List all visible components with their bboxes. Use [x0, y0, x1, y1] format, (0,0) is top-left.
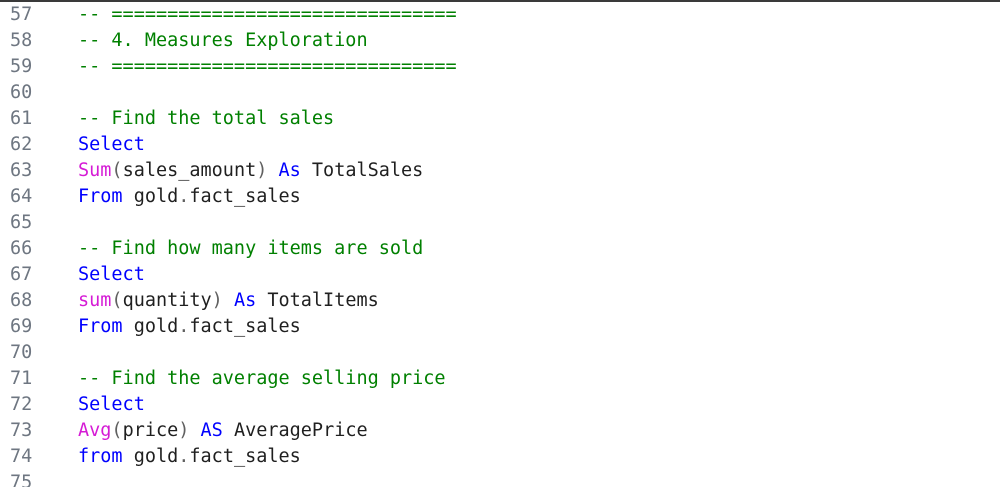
line-code[interactable]: Select	[78, 392, 145, 418]
line-code[interactable]: from gold.fact_sales	[78, 444, 301, 470]
code-line[interactable]: 68 sum(quantity) As TotalItems	[0, 288, 1000, 314]
line-number: 60	[10, 82, 33, 103]
token-text: price	[122, 420, 179, 441]
token-keyword: Select	[78, 264, 145, 285]
token-comment: -- 4. Measures Exploration	[78, 30, 368, 51]
token-punct: )	[211, 290, 223, 311]
token-punct: .	[178, 186, 190, 207]
token-function: sum	[78, 290, 112, 311]
line-code[interactable]: Avg(price) AS AveragePrice	[78, 418, 368, 444]
token-keyword: From	[78, 186, 123, 207]
token-text: sales_amount	[122, 160, 257, 181]
line-number: 64	[10, 186, 33, 207]
token-function: Avg	[78, 420, 112, 441]
line-number: 66	[10, 238, 33, 259]
line-number: 65	[10, 212, 33, 233]
code-line[interactable]: 73 Avg(price) AS AveragePrice	[0, 418, 1000, 444]
token-keyword: As	[233, 290, 257, 311]
token-text: fact_sales	[189, 316, 301, 337]
token-text: fact_sales	[189, 186, 301, 207]
token-comment: -- Find how many items are sold	[78, 238, 424, 259]
line-number: 70	[10, 342, 33, 363]
code-line[interactable]: 71 -- Find the average selling price	[0, 366, 1000, 392]
code-line[interactable]: 61 -- Find the total sales	[0, 106, 1000, 132]
code-line[interactable]: 62 Select	[0, 132, 1000, 158]
token-text: gold	[122, 316, 179, 337]
line-number: 69	[10, 316, 33, 337]
code-line[interactable]: 65	[0, 210, 1000, 236]
line-number: 74	[10, 446, 33, 467]
line-code[interactable]: sum(quantity) As TotalItems	[78, 288, 379, 314]
token-text: TotalItems	[256, 290, 379, 311]
code-line[interactable]: 66 -- Find how many items are sold	[0, 236, 1000, 262]
token-keyword: Select	[78, 394, 145, 415]
line-number: 62	[10, 134, 33, 155]
code-line[interactable]: 59 -- ===============================	[0, 54, 1000, 80]
line-code[interactable]: Select	[78, 132, 145, 158]
token-punct: (	[111, 290, 123, 311]
code-line[interactable]: 64 From gold.fact_sales	[0, 184, 1000, 210]
token-punct: (	[111, 420, 123, 441]
code-line[interactable]: 70	[0, 340, 1000, 366]
line-number: 63	[10, 160, 33, 181]
token-text: AveragePrice	[222, 420, 368, 441]
token-text: TotalSales	[300, 160, 424, 181]
line-number: 73	[10, 420, 33, 441]
token-text: quantity	[122, 290, 212, 311]
code-line[interactable]: 72 Select	[0, 392, 1000, 418]
line-number: 71	[10, 368, 33, 389]
line-code[interactable]: -- ===============================	[78, 54, 457, 80]
token-comment: -- ===============================	[78, 4, 457, 25]
code-editor[interactable]: 57 -- =============================== 58 --…	[0, 0, 1000, 487]
token-punct: )	[256, 160, 268, 181]
token-text: fact_sales	[189, 446, 301, 467]
line-code[interactable]: -- 4. Measures Exploration	[78, 28, 368, 54]
token-comment: -- ===============================	[78, 56, 457, 77]
token-comment: -- Find the total sales	[78, 108, 335, 129]
token-function: Sum	[78, 160, 112, 181]
token-punct: (	[111, 160, 123, 181]
line-code[interactable]: -- Find how many items are sold	[78, 236, 423, 262]
token-text: gold	[122, 186, 179, 207]
line-code[interactable]: -- ===============================	[78, 2, 457, 28]
code-line[interactable]: 63 Sum(sales_amount) As TotalSales	[0, 158, 1000, 184]
token-punct: )	[178, 420, 190, 441]
line-code[interactable]: -- Find the total sales	[78, 106, 334, 132]
token-punct: .	[178, 446, 190, 467]
code-line[interactable]: 75	[0, 470, 1000, 487]
line-number: 75	[10, 472, 33, 487]
token-keyword: AS	[200, 420, 223, 441]
token-keyword: Select	[78, 134, 145, 155]
line-code[interactable]: -- Find the average selling price	[78, 366, 446, 392]
token-punct: .	[178, 316, 190, 337]
code-lines[interactable]: 57 -- =============================== 58 --…	[0, 2, 1000, 487]
line-number: 58	[10, 30, 33, 51]
token-comment: -- Find the average selling price	[78, 368, 446, 389]
code-line[interactable]: 67 Select	[0, 262, 1000, 288]
line-number: 61	[10, 108, 33, 129]
code-line[interactable]: 57 -- ===============================	[0, 2, 1000, 28]
line-code[interactable]: From gold.fact_sales	[78, 314, 301, 340]
token-keyword: from	[78, 446, 123, 467]
line-code[interactable]: Select	[78, 262, 145, 288]
code-line[interactable]: 58 -- 4. Measures Exploration	[0, 28, 1000, 54]
line-number: 57	[10, 4, 33, 25]
line-number: 59	[10, 56, 33, 77]
token-text: gold	[122, 446, 179, 467]
line-number: 67	[10, 264, 33, 285]
line-number: 68	[10, 290, 33, 311]
line-number: 72	[10, 394, 33, 415]
code-line[interactable]: 60	[0, 80, 1000, 106]
code-line[interactable]: 69 From gold.fact_sales	[0, 314, 1000, 340]
code-line[interactable]: 74 from gold.fact_sales	[0, 444, 1000, 470]
token-keyword: From	[78, 316, 123, 337]
line-code[interactable]: Sum(sales_amount) As TotalSales	[78, 158, 423, 184]
token-keyword: As	[278, 160, 301, 181]
line-code[interactable]: From gold.fact_sales	[78, 184, 301, 210]
